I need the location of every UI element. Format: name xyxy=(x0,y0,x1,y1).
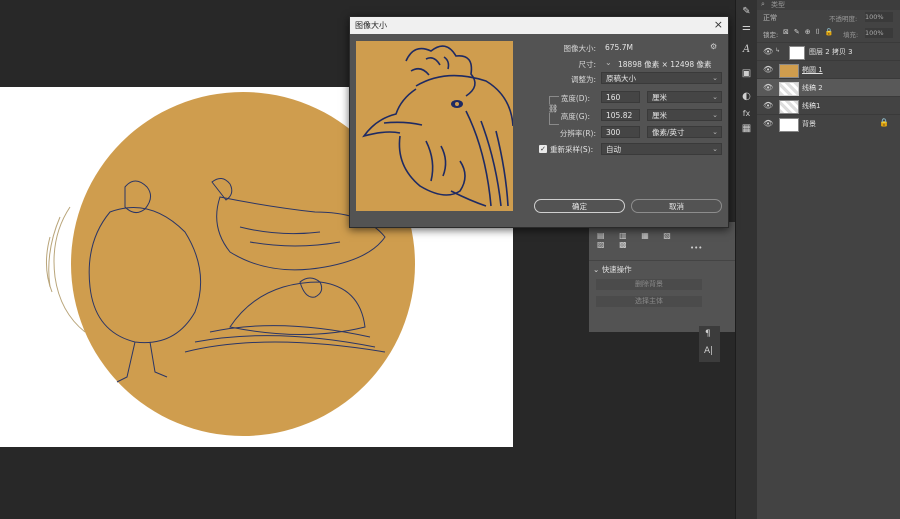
fill-label: 填充: xyxy=(843,31,859,39)
width-unit-select[interactable]: 厘米 ⌄ xyxy=(647,91,722,103)
resample-value: 自动 xyxy=(606,145,621,154)
lock-icons[interactable]: ⊠✎⊕⌷🔒 xyxy=(783,28,839,37)
layer-row[interactable]: 👁 线稿1 xyxy=(757,96,900,115)
ok-button[interactable]: 确定 xyxy=(534,199,625,213)
chevron-down-icon: ⌄ xyxy=(712,111,718,119)
image-size-dialog: 图像大小 × 图像大小: 675.7M ⚙ 尺寸: ⌄ 18898 像素 × 1… xyxy=(349,16,729,228)
height-input[interactable]: 105.82 xyxy=(601,109,640,121)
lock-icon[interactable]: 🔒 xyxy=(879,118,889,127)
visibility-eye-icon[interactable]: 👁 xyxy=(763,119,773,128)
panel-icon-strip: ✎ ⚌ A ▣ ◐ fx ▦ xyxy=(735,0,757,519)
dialog-title: 图像大小 xyxy=(355,21,387,30)
fit-to-select[interactable]: 原稿大小 ⌄ xyxy=(601,72,722,84)
dimensions-value: 18898 像素 × 12498 像素 xyxy=(618,60,712,69)
layer-row[interactable]: 👁 ↳ 图层 2 拷贝 3 xyxy=(757,42,900,61)
dialog-titlebar[interactable]: 图像大小 × xyxy=(350,17,728,34)
lock-label: 锁定: xyxy=(763,31,779,39)
glyphs-icon[interactable]: A xyxy=(739,42,754,57)
fit-to-label: 调整为: xyxy=(570,75,596,84)
layer-thumbnail xyxy=(779,118,799,132)
adjustments-icon[interactable]: ◐ xyxy=(739,89,754,104)
preview-image[interactable] xyxy=(356,41,513,211)
opacity-field[interactable]: 100% xyxy=(865,12,893,22)
cancel-button[interactable]: 取消 xyxy=(631,199,722,213)
image-size-value: 675.7M xyxy=(605,43,633,52)
close-icon[interactable]: × xyxy=(714,18,723,31)
visibility-eye-icon[interactable]: 👁 xyxy=(763,47,773,56)
opacity-label: 不透明度: xyxy=(829,15,858,23)
remove-background-button[interactable]: 删除背景 xyxy=(596,279,702,290)
quick-actions-title: 快速操作 xyxy=(601,265,632,274)
blend-mode-select[interactable]: 正常 xyxy=(763,13,777,23)
paragraph-icon[interactable]: ¶ xyxy=(705,329,711,339)
layer-thumbnail xyxy=(779,64,799,78)
height-unit: 厘米 xyxy=(652,111,667,120)
character-icon[interactable]: A| xyxy=(704,346,713,356)
height-unit-select[interactable]: 厘米 ⌄ xyxy=(647,109,722,121)
resolution-unit: 像素/英寸 xyxy=(652,128,685,137)
layer-thumbnail xyxy=(779,100,799,114)
layer-name: 背景 xyxy=(802,120,816,128)
chevron-down-icon: ⌄ xyxy=(712,93,718,101)
clip-arrow-icon: ↳ xyxy=(775,47,781,54)
resolution-label: 分辨率(R): xyxy=(559,129,596,138)
image-icon[interactable]: ▣ xyxy=(739,66,754,81)
settings-gear-icon[interactable]: ⚙ xyxy=(710,42,717,51)
chevron-down-icon: ⌄ xyxy=(712,74,718,82)
layer-name: 图层 2 拷贝 3 xyxy=(809,48,853,56)
image-size-label: 图像大小: xyxy=(563,44,596,53)
channels-icon[interactable]: ▦ xyxy=(739,121,754,136)
character-panel-tabs: ¶ A| xyxy=(699,326,720,362)
width-input[interactable]: 160 xyxy=(601,91,640,103)
dimensions-label: 尺寸: xyxy=(578,60,596,69)
constrain-link-icon[interactable]: ⛓ xyxy=(548,104,559,113)
layer-thumbnail xyxy=(779,82,799,96)
select-subject-button[interactable]: 选择主体 xyxy=(596,296,702,307)
layers-panel: ⌕ 类型 正常 不透明度: 100% 锁定: ⊠✎⊕⌷🔒 填充: 100% 👁 … xyxy=(757,0,900,519)
adjust-sliders-icon[interactable]: ⚌ xyxy=(739,20,754,35)
height-label: 高度(G): xyxy=(560,112,590,121)
brush-icon[interactable]: ✎ xyxy=(739,4,754,19)
width-label: 宽度(D): xyxy=(560,94,590,103)
layer-name: 线稿1 xyxy=(802,102,821,110)
layer-row[interactable]: 👁 背景 🔒 xyxy=(757,114,900,133)
fill-field[interactable]: 100% xyxy=(865,28,893,38)
align-icons[interactable]: ▤ ▥ ▦ ▧ ▨ ▩ xyxy=(597,231,692,249)
resample-select[interactable]: 自动 ⌄ xyxy=(601,143,722,155)
visibility-eye-icon[interactable]: 👁 xyxy=(763,83,773,92)
divider xyxy=(589,260,735,261)
resample-label: 重新采样(S): xyxy=(550,145,594,154)
search-icon: ⌕ xyxy=(761,0,765,8)
rooster-preview-art xyxy=(362,45,513,207)
width-unit: 厘米 xyxy=(652,93,667,102)
chevron-down-icon: ⌄ xyxy=(712,145,718,153)
collapse-chevron-icon: ⌄ xyxy=(593,265,600,274)
quick-actions-header[interactable]: ⌄ 快速操作 xyxy=(593,264,632,275)
resample-checkbox[interactable]: ✓ xyxy=(539,145,547,153)
layer-thumbnail xyxy=(789,46,805,60)
more-options-icon[interactable]: ••• xyxy=(690,244,702,252)
resolution-input[interactable]: 300 xyxy=(601,126,640,138)
kind-filter-label: 类型 xyxy=(771,1,785,9)
layer-row-selected[interactable]: 👁 线稿 2 xyxy=(757,78,900,97)
dimensions-dropdown-icon[interactable]: ⌄ xyxy=(605,58,612,67)
layer-row[interactable]: 👁 椭圆 1 xyxy=(757,60,900,79)
resolution-unit-select[interactable]: 像素/英寸 ⌄ xyxy=(647,126,722,138)
layers-search-bar[interactable]: ⌕ 类型 xyxy=(757,0,900,10)
fx-icon[interactable]: fx xyxy=(739,106,754,121)
properties-panel: ▤ ▥ ▦ ▧ ▨ ▩ ••• ⌄ 快速操作 删除背景 选择主体 xyxy=(589,222,735,332)
layer-name: 线稿 2 xyxy=(802,84,823,92)
fit-to-value: 原稿大小 xyxy=(606,74,636,83)
layer-name: 椭圆 1 xyxy=(802,66,823,74)
chevron-down-icon: ⌄ xyxy=(712,128,718,136)
visibility-eye-icon[interactable]: 👁 xyxy=(763,65,773,74)
visibility-eye-icon[interactable]: 👁 xyxy=(763,101,773,110)
